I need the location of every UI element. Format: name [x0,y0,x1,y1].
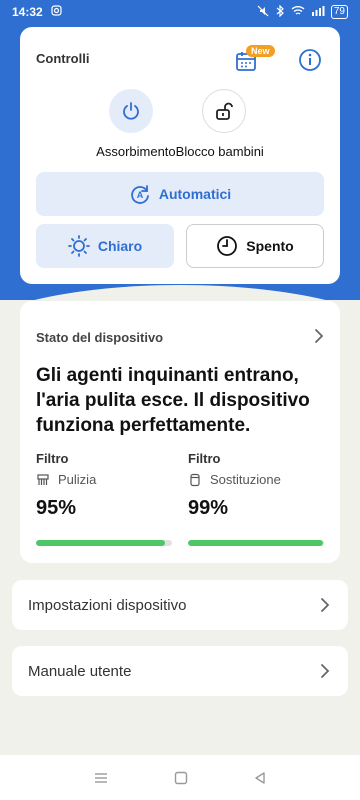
filter-value: 95% [36,497,77,519]
filter-replacement-progress [188,540,324,546]
auto-mode-label: Automatici [158,186,232,202]
clock-icon [217,236,238,256]
sun-icon [67,235,90,257]
child-lock-label: Blocco bambini [175,144,264,159]
absorb-label: Assorbimento [96,144,176,159]
progress-fill [36,540,166,546]
brush-icon [37,473,49,485]
filter-cartridge-icon [190,473,200,486]
filter-value: 99% [188,497,229,519]
power-icon [123,102,139,120]
chevron-right-icon [315,329,324,343]
unlock-icon [216,102,233,120]
device-settings-row[interactable]: Impostazioni dispositivo [12,580,348,630]
system-nav-bar [0,755,360,800]
light-mode-label: Chiaro [97,238,143,254]
menu-icon[interactable] [93,771,109,785]
device-status-title: Stato del dispositivo [36,330,164,345]
light-mode-button[interactable]: Chiaro [36,224,174,268]
filter-label: Filtro [36,451,69,466]
device-status-card[interactable]: Stato del dispositivo Gli agenti inquina… [20,301,340,563]
chevron-right-icon [321,664,330,678]
info-icon[interactable] [298,48,322,72]
child-lock-button[interactable] [202,89,246,133]
device-status-message: Gli agenti inquinanti entrano, l'aria pu… [36,365,310,436]
filter-type: Sostituzione [210,472,281,487]
user-manual-row[interactable]: Manuale utente [12,646,348,696]
filter-replacement: Filtro Sostituzione 99% [188,451,328,520]
battery-indicator: 79 [330,5,348,19]
bluetooth-icon [275,4,285,20]
absorb-button[interactable] [109,89,153,133]
device-settings-label: Impostazioni dispositivo [28,596,187,614]
auto-mode-icon: A [131,185,149,204]
signal-icon [311,5,325,19]
instagram-icon [51,5,62,19]
new-badge: New [246,45,275,57]
controls-card: Controlli New AssorbimentoBlocco bambini… [20,27,340,284]
controls-title: Controlli [36,51,90,66]
auto-mode-button[interactable]: A Automatici [36,172,324,216]
svg-text:A: A [137,190,144,200]
status-time: 14:32 [12,5,43,19]
chevron-right-icon [321,598,330,612]
back-icon[interactable] [253,771,267,785]
off-label: Spento [246,238,294,254]
round-button-labels: AssorbimentoBlocco bambini [20,144,340,159]
home-icon[interactable] [174,771,188,785]
off-button[interactable]: Spento [186,224,324,268]
wifi-icon [291,5,305,19]
status-bar: 14:32 79 [0,0,360,24]
filter-cleaning: Filtro Pulizia 95% [36,451,176,520]
user-manual-label: Manuale utente [28,662,132,680]
filter-type: Pulizia [58,472,97,487]
progress-fill [188,540,323,546]
mute-icon [257,5,269,20]
filter-label: Filtro [188,451,221,466]
filter-cleaning-progress [36,540,172,546]
